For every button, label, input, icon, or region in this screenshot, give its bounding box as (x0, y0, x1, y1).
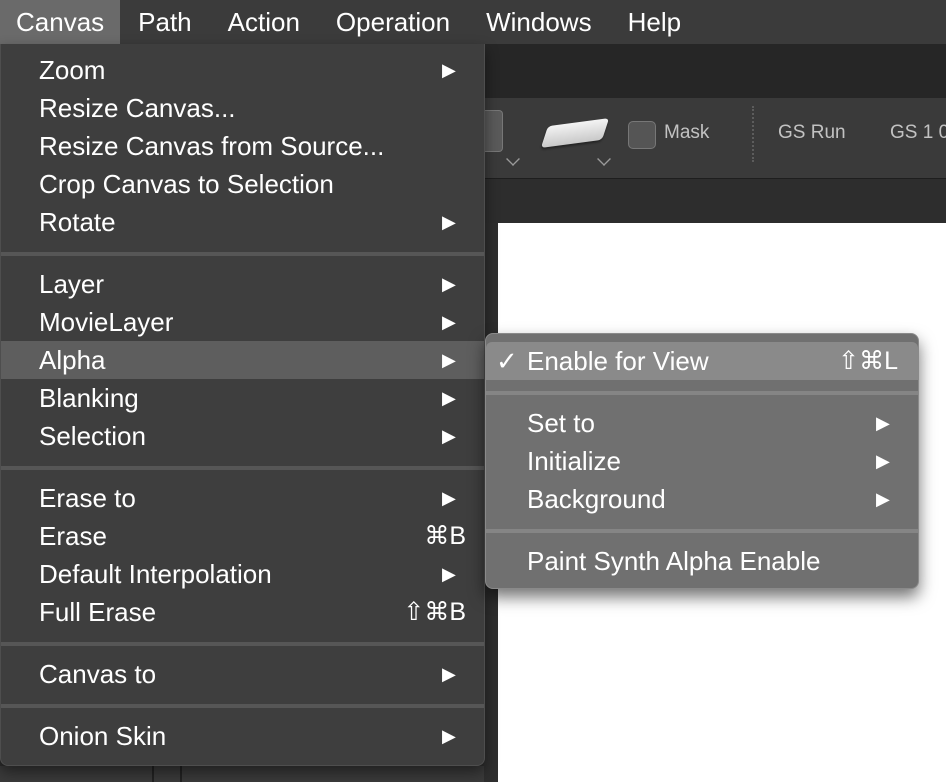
menu-item-label: Initialize (527, 446, 621, 476)
submenu-arrow-icon: ▶ (442, 664, 456, 684)
menu-item-selection[interactable]: Selection ▶ (1, 417, 484, 455)
menu-separator (1, 466, 484, 470)
submenu-arrow-icon: ▶ (442, 350, 456, 370)
keyboard-shortcut: ⌘B (424, 522, 466, 550)
menu-item-movielayer[interactable]: MovieLayer ▶ (1, 303, 484, 341)
submenu-arrow-icon: ▶ (442, 274, 456, 294)
toolbar-divider (752, 106, 754, 162)
menu-item-label: Default Interpolation (39, 559, 272, 589)
menu-item-alpha[interactable]: Alpha ▶ (1, 341, 484, 379)
menu-item-zoom[interactable]: Zoom ▶ (1, 51, 484, 89)
bottom-panel-segment (152, 766, 182, 782)
menu-item-blanking[interactable]: Blanking ▶ (1, 379, 484, 417)
menu-item-label: Set to (527, 408, 595, 438)
mask-checkbox[interactable] (628, 121, 656, 149)
menu-item-label: Erase to (39, 483, 136, 513)
menu-separator (1, 252, 484, 256)
submenu-arrow-icon: ▶ (442, 388, 456, 408)
menu-bar: Canvas Path Action Operation Windows Hel… (0, 0, 946, 44)
menu-item-label: Background (527, 484, 666, 514)
menu-separator (1, 704, 484, 708)
submenu-item-enable-for-view[interactable]: ✓ Enable for View ⇧⌘L (486, 342, 918, 380)
checkmark-icon: ✓ (496, 346, 518, 376)
menu-item-resize-canvas-from-source[interactable]: Resize Canvas from Source... (1, 127, 484, 165)
menu-action[interactable]: Action (210, 0, 318, 44)
menu-item-label: Alpha (39, 345, 106, 375)
menu-canvas[interactable]: Canvas (0, 0, 121, 44)
menu-path[interactable]: Path (120, 0, 210, 44)
menu-item-label: Paint Synth Alpha Enable (527, 546, 821, 576)
submenu-arrow-icon: ▶ (876, 489, 890, 509)
menu-item-label: Onion Skin (39, 721, 167, 751)
menu-item-canvas-to[interactable]: Canvas to ▶ (1, 655, 484, 693)
menu-separator (486, 391, 918, 395)
submenu-arrow-icon: ▶ (876, 413, 890, 433)
menu-windows[interactable]: Windows (468, 0, 609, 44)
submenu-item-set-to[interactable]: Set to ▶ (486, 404, 918, 442)
menu-item-label: Enable for View (527, 346, 709, 376)
submenu-item-paint-synth-alpha-enable[interactable]: Paint Synth Alpha Enable (486, 542, 918, 580)
submenu-arrow-icon: ▶ (876, 451, 890, 471)
menu-item-label: Selection (39, 421, 146, 451)
keyboard-shortcut: ⇧⌘L (838, 347, 898, 375)
submenu-arrow-icon: ▶ (442, 564, 456, 584)
menu-item-label: Resize Canvas from Source... (39, 131, 385, 161)
menu-item-label: Canvas to (39, 659, 157, 689)
menu-item-label: Erase (39, 521, 107, 551)
bottom-panel (0, 766, 484, 782)
tab-strip (484, 44, 946, 99)
menu-separator (1, 642, 484, 646)
alpha-submenu: ✓ Enable for View ⇧⌘L Set to ▶ Initializ… (485, 333, 919, 589)
menu-item-label: Rotate (39, 207, 116, 237)
bottom-panel-segment (0, 766, 154, 782)
menu-item-label: Full Erase (39, 597, 157, 627)
menu-operation[interactable]: Operation (318, 0, 468, 44)
gs-run-button[interactable]: GS Run (778, 122, 846, 144)
menu-item-layer[interactable]: Layer ▶ (1, 265, 484, 303)
menu-separator (486, 529, 918, 533)
menu-item-resize-canvas[interactable]: Resize Canvas... (1, 89, 484, 127)
menu-item-crop-canvas-to-selection[interactable]: Crop Canvas to Selection (1, 165, 484, 203)
menu-item-erase[interactable]: Erase ⌘B (1, 517, 484, 555)
menu-item-onion-skin[interactable]: Onion Skin ▶ (1, 717, 484, 755)
gs-next-button[interactable]: GS 1 0 (890, 122, 946, 144)
menu-item-default-interpolation[interactable]: Default Interpolation ▶ (1, 555, 484, 593)
menu-help[interactable]: Help (610, 0, 699, 44)
menu-item-label: Zoom (39, 55, 106, 85)
canvas-menu-dropdown: Zoom ▶ Resize Canvas... Resize Canvas fr… (0, 44, 485, 766)
menu-item-erase-to[interactable]: Erase to ▶ (1, 479, 484, 517)
canvas-header (484, 179, 946, 223)
submenu-arrow-icon: ▶ (442, 726, 456, 746)
submenu-item-background[interactable]: Background ▶ (486, 480, 918, 518)
menu-item-label: Blanking (39, 383, 139, 413)
keyboard-shortcut: ⇧⌘B (403, 598, 466, 626)
menu-item-label: Layer (39, 269, 105, 299)
menu-item-label: Crop Canvas to Selection (39, 169, 334, 199)
submenu-arrow-icon: ▶ (442, 212, 456, 232)
mask-label: Mask (664, 122, 710, 143)
menu-item-full-erase[interactable]: Full Erase ⇧⌘B (1, 593, 484, 631)
submenu-arrow-icon: ▶ (442, 426, 456, 446)
submenu-arrow-icon: ▶ (442, 312, 456, 332)
submenu-arrow-icon: ▶ (442, 60, 456, 80)
submenu-item-initialize[interactable]: Initialize ▶ (486, 442, 918, 480)
brush-preset-box[interactable] (484, 110, 503, 152)
submenu-arrow-icon: ▶ (442, 488, 456, 508)
menu-item-rotate[interactable]: Rotate ▶ (1, 203, 484, 241)
menu-item-label: MovieLayer (39, 307, 174, 337)
menu-item-label: Resize Canvas... (39, 93, 236, 123)
